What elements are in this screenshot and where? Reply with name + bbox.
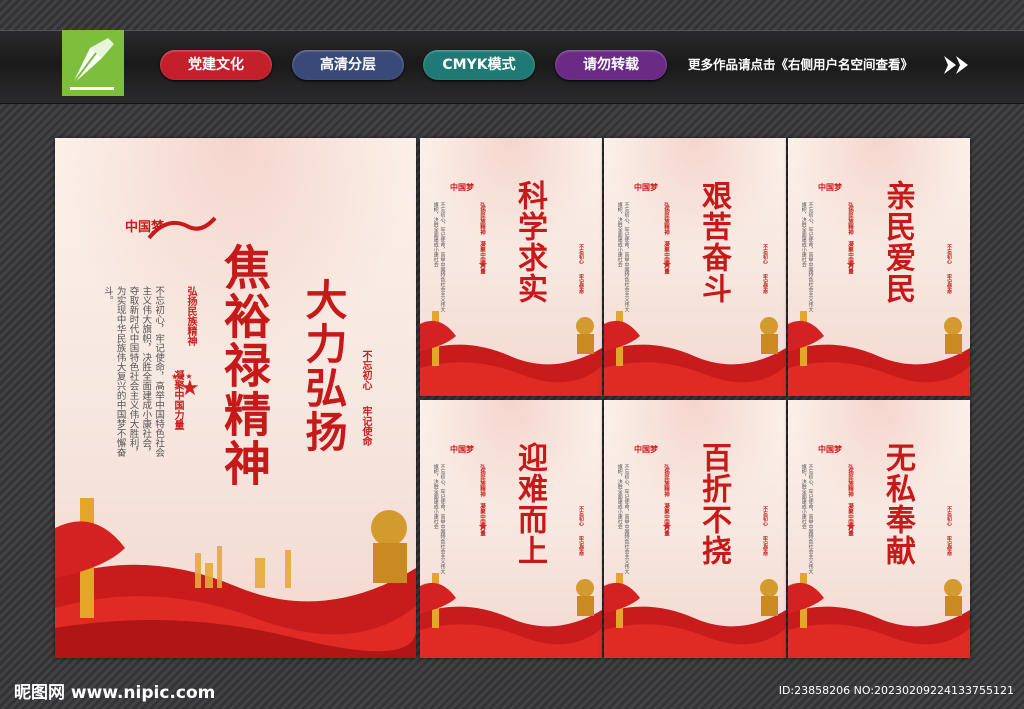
small-poster-title: 百折不挠 <box>696 442 731 566</box>
china-dream-logo: 中国梦 <box>450 445 474 454</box>
star-icon: ★ <box>662 520 672 533</box>
small-poster-title: 科学求实 <box>512 180 547 304</box>
poster-slogan-b: 牢记使命 <box>762 274 768 294</box>
more-works-link[interactable]: 更多作品请点击《右侧用户名空间查看》 <box>688 50 913 80</box>
small-poster-title: 亲民爱民 <box>880 180 915 304</box>
poster-slogan-b: 牢记使命 <box>360 406 371 446</box>
small-poster-title: 无私奉献 <box>880 442 915 566</box>
small-poster-title: 艰苦奋斗 <box>696 180 731 304</box>
china-dream-logo: 中国梦 <box>634 183 658 192</box>
site-watermark[interactable]: 昵图网 www.nipic.com <box>14 678 215 703</box>
small-poster: 中国梦 不忘初心，牢记使命，高举中国特色社会主义伟大旗帜，决胜全面建成小康社会 … <box>604 400 786 658</box>
china-dream-logo: 中国梦 <box>818 445 842 454</box>
small-poster-title: 迎难而上 <box>512 442 547 566</box>
poster-subtitle-a: 弘扬民族精神 <box>185 286 196 346</box>
star-icon: ★ <box>846 520 856 533</box>
red-wave-decoration <box>420 573 602 658</box>
poster-body-text: 不忘初心，牢记使命，高举中国特色社会主义伟大旗帜，决胜全面建成小康社会，夺取新时… <box>101 286 165 457</box>
site-logo[interactable] <box>62 30 124 96</box>
tag-no-repost[interactable]: 请勿转载 <box>555 50 667 80</box>
small-poster: 中国梦 不忘初心，牢记使命，高举中国特色社会主义伟大旗帜，决胜全面建成小康社会 … <box>420 400 602 658</box>
poster-slogan-a: 不忘初心 <box>578 244 584 264</box>
red-wave-decoration <box>604 311 786 396</box>
red-wave-decoration <box>788 311 970 396</box>
poster-slogan-b: 牢记使命 <box>762 536 768 556</box>
red-wave-decoration <box>55 498 416 658</box>
small-poster: 中国梦 不忘初心，牢记使命，高举中国特色社会主义伟大旗帜，决胜全面建成小康社会 … <box>604 138 786 396</box>
pen-nib-icon <box>70 38 114 90</box>
double-arrow-icon[interactable] <box>942 54 972 76</box>
red-wave-decoration <box>604 573 786 658</box>
star-icon: ★ <box>662 258 672 271</box>
poster-slogan-a: 不忘初心 <box>578 506 584 526</box>
tag-hd-layers[interactable]: 高清分层 <box>292 50 404 80</box>
poster-slogan-b: 牢记使命 <box>946 274 952 294</box>
red-wave-decoration <box>420 311 602 396</box>
small-poster: 中国梦 不忘初心，牢记使命，高举中国特色社会主义伟大旗帜，决胜全面建成小康社会 … <box>420 138 602 396</box>
poster-slogan-b: 牢记使命 <box>578 274 584 294</box>
poster-slogan-a: 不忘初心 <box>946 244 952 264</box>
star-icon: ★★★ <box>171 372 193 381</box>
china-dream-logo: 中国梦 <box>125 216 217 240</box>
tag-cmyk[interactable]: CMYK模式 <box>423 50 535 80</box>
china-dream-logo: 中国梦 <box>634 445 658 454</box>
image-id-label: ID:23858206 NO:20230209224133755121 <box>778 684 1014 697</box>
china-dream-logo: 中国梦 <box>818 183 842 192</box>
tag-party-culture[interactable]: 党建文化 <box>160 50 272 80</box>
star-icon: ★ <box>478 520 488 533</box>
poster-slogan-a: 不忘初心 <box>360 350 371 390</box>
star-icon: ★ <box>846 258 856 271</box>
main-poster: 中国梦 不忘初心，牢记使命，高举中国特色社会主义伟大旗帜，决胜全面建成小康社会，… <box>55 138 416 658</box>
small-poster: 中国梦 不忘初心，牢记使命，高举中国特色社会主义伟大旗帜，决胜全面建成小康社会 … <box>788 138 970 396</box>
poster-slogan-b: 牢记使命 <box>946 536 952 556</box>
poster-slogan-b: 牢记使命 <box>578 536 584 556</box>
poster-main-title-2: 大力弘扬 <box>299 278 348 454</box>
china-dream-logo: 中国梦 <box>450 183 474 192</box>
poster-main-title: 焦裕禄精神 <box>215 243 270 488</box>
poster-slogan-a: 不忘初心 <box>762 244 768 264</box>
star-icon: ★ <box>478 258 488 271</box>
poster-slogan-a: 不忘初心 <box>762 506 768 526</box>
small-poster: 中国梦 不忘初心，牢记使命，高举中国特色社会主义伟大旗帜，决胜全面建成小康社会 … <box>788 400 970 658</box>
red-wave-decoration <box>788 573 970 658</box>
poster-slogan-a: 不忘初心 <box>946 506 952 526</box>
